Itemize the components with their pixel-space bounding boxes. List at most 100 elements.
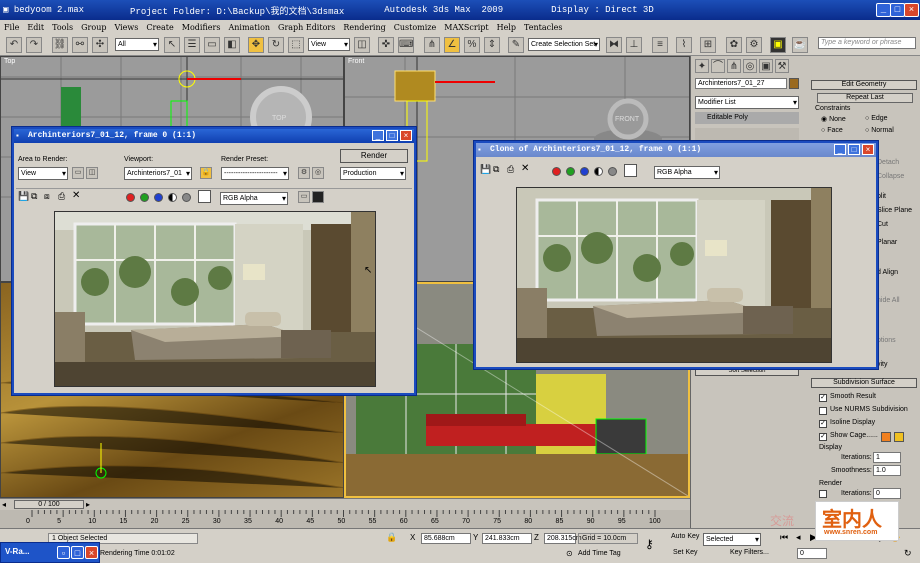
color-swatch[interactable] [198, 190, 211, 203]
schematic-view-icon[interactable]: ⊞ [700, 37, 716, 53]
partial-label-5[interactable]: Cut [877, 221, 888, 228]
lock-selection-icon[interactable]: 🔒 [386, 532, 397, 543]
constraint-normal[interactable]: ○ Normal [865, 127, 894, 134]
taskbar-item[interactable]: V-Ra... ▫ □ × [0, 542, 100, 563]
clone-alpha-channel-icon[interactable] [594, 167, 603, 176]
time-tag-icon[interactable]: ⊙ [566, 549, 573, 558]
menu-help[interactable]: Help [493, 23, 520, 32]
clone-green-channel-icon[interactable] [566, 167, 575, 176]
partial-label-9[interactable]: ptions [877, 337, 896, 344]
menu-graph-editors[interactable]: Graph Editors [274, 23, 339, 32]
partial-label-8[interactable]: nide All [877, 297, 900, 304]
cage-color-2[interactable] [894, 432, 904, 442]
menu-customize[interactable]: Customize [390, 23, 441, 32]
partial-label-2[interactable]: Collapse [877, 173, 904, 180]
clone-red-channel-icon[interactable] [552, 167, 561, 176]
select-manipulate-icon[interactable]: ✜ [378, 37, 394, 53]
clone-channel-select[interactable]: RGB Alpha [654, 166, 720, 179]
viewport-select[interactable]: Archinteriors7_01 [124, 167, 192, 180]
utilities-tab-icon[interactable]: ⚒ [775, 59, 789, 73]
smoothness-field[interactable]: 1.0 [873, 465, 901, 476]
motion-tab-icon[interactable]: ◎ [743, 59, 757, 73]
orbit-icon[interactable]: ↻ [904, 548, 912, 559]
render-button[interactable]: Render [340, 149, 408, 163]
clone-window-icon[interactable]: ⧈ [44, 191, 50, 202]
menu-modifiers[interactable]: Modifiers [178, 23, 225, 32]
menu-edit[interactable]: Edit [23, 23, 48, 32]
time-slider-prev[interactable]: ◂ [2, 500, 12, 509]
time-slider-next[interactable]: ▸ [86, 500, 96, 509]
edit-named-selection-icon[interactable]: ✎ [508, 37, 524, 53]
constraint-none[interactable]: ◉ None [821, 115, 846, 123]
select-icon[interactable]: ↖ [164, 37, 180, 53]
clone-window-close[interactable]: × [862, 144, 874, 155]
taskbar-close[interactable]: × [85, 546, 98, 559]
subdivision-surface-rollout[interactable]: Subdivision Surface [811, 378, 917, 388]
menu-tools[interactable]: Tools [48, 23, 77, 32]
go-to-start-icon[interactable]: ⏮ [780, 532, 788, 543]
edit-geometry-rollout[interactable]: Edit Geometry [811, 80, 917, 90]
partial-label-3[interactable]: plit [877, 193, 886, 200]
menu-animation[interactable]: Animation [224, 23, 274, 32]
key-filters-button[interactable]: Key Filters... [730, 549, 769, 556]
time-slider-track[interactable]: ◂ 0 / 100 ▸ [0, 498, 690, 510]
taskbar-max[interactable]: □ [71, 546, 84, 559]
menu-create[interactable]: Create [142, 23, 177, 32]
render-preset-select[interactable]: ----------------------- [221, 167, 289, 180]
environment-icon[interactable]: ◎ [312, 167, 324, 179]
angle-snap-icon[interactable]: ∠ [444, 37, 460, 53]
render-mode-select[interactable]: Production [340, 167, 406, 180]
repeat-last-button[interactable]: Repeat Last [817, 93, 913, 103]
clone-window-maximize[interactable]: □ [848, 144, 860, 155]
render-window-close[interactable]: × [400, 130, 412, 141]
menu-rendering[interactable]: Rendering [339, 23, 389, 32]
constraint-edge[interactable]: ○ Edge [865, 115, 888, 122]
bind-space-warp-icon[interactable]: ✣ [92, 37, 108, 53]
unlink-icon[interactable]: ⚯ [72, 37, 88, 53]
prev-frame-icon[interactable]: ◂ [796, 532, 801, 543]
partial-label-6[interactable]: Planar [877, 239, 897, 246]
window-crossing-icon[interactable]: ◧ [224, 37, 240, 53]
monochrome-icon[interactable] [182, 193, 191, 202]
set-key-button[interactable]: Set Key [673, 549, 698, 556]
use-nurms-checkbox[interactable] [819, 407, 827, 415]
display-tab-icon[interactable]: ▣ [759, 59, 773, 73]
clone-blue-channel-icon[interactable] [580, 167, 589, 176]
auto-region-icon[interactable]: ◫ [86, 167, 98, 179]
constraint-face[interactable]: ○ Face [821, 127, 843, 134]
modifier-list[interactable]: Modifier List [695, 96, 799, 109]
render-setup-icon[interactable]: ⚙ [746, 37, 762, 53]
object-color-swatch[interactable] [789, 78, 799, 89]
partial-label-1[interactable]: Detach [877, 159, 899, 166]
menu-maxscript[interactable]: MAXScript [440, 23, 492, 32]
layer-manager-icon[interactable]: ≡ [652, 37, 668, 53]
clone-print-icon[interactable]: ⎙ [507, 164, 514, 175]
key-icon[interactable]: ⚷ [645, 537, 654, 551]
hierarchy-tab-icon[interactable]: ⋔ [727, 59, 741, 73]
coord-y-field[interactable]: 241.833cm [482, 533, 532, 544]
percent-snap-icon[interactable]: % [464, 37, 480, 53]
selection-filter[interactable]: All [115, 38, 159, 51]
taskbar-restore[interactable]: ▫ [57, 546, 70, 559]
key-mode-select[interactable]: Selected [703, 533, 761, 546]
redo-icon[interactable]: ↷ [26, 37, 42, 53]
partial-label-7[interactable]: d Align [877, 269, 898, 276]
coord-x-field[interactable]: 85.688cm [421, 533, 471, 544]
search-input[interactable]: Type a keyword or phrase [818, 37, 916, 49]
move-icon[interactable]: ✥ [248, 37, 264, 53]
select-by-name-icon[interactable]: ☰ [184, 37, 200, 53]
red-channel-icon[interactable] [126, 193, 135, 202]
add-time-tag[interactable]: Add Time Tag [578, 550, 621, 557]
current-frame-field[interactable]: 0 [797, 548, 827, 559]
show-cage-checkbox[interactable]: ✓ [819, 433, 827, 441]
auto-key-button[interactable]: Auto Key [671, 533, 699, 540]
partial-label-4[interactable]: Slice Plane [877, 207, 912, 214]
toggle-ui-icon[interactable] [312, 191, 324, 203]
curve-editor-icon[interactable]: ⌇ [676, 37, 692, 53]
partial-label-10[interactable]: vity [877, 361, 888, 368]
cage-color-1[interactable] [881, 432, 891, 442]
ref-coord-system[interactable]: View [308, 38, 350, 51]
scale-icon[interactable]: ⬚ [288, 37, 304, 53]
pivot-icon[interactable]: ◫ [354, 37, 370, 53]
lock-viewport-icon[interactable]: 🔒 [200, 167, 212, 179]
